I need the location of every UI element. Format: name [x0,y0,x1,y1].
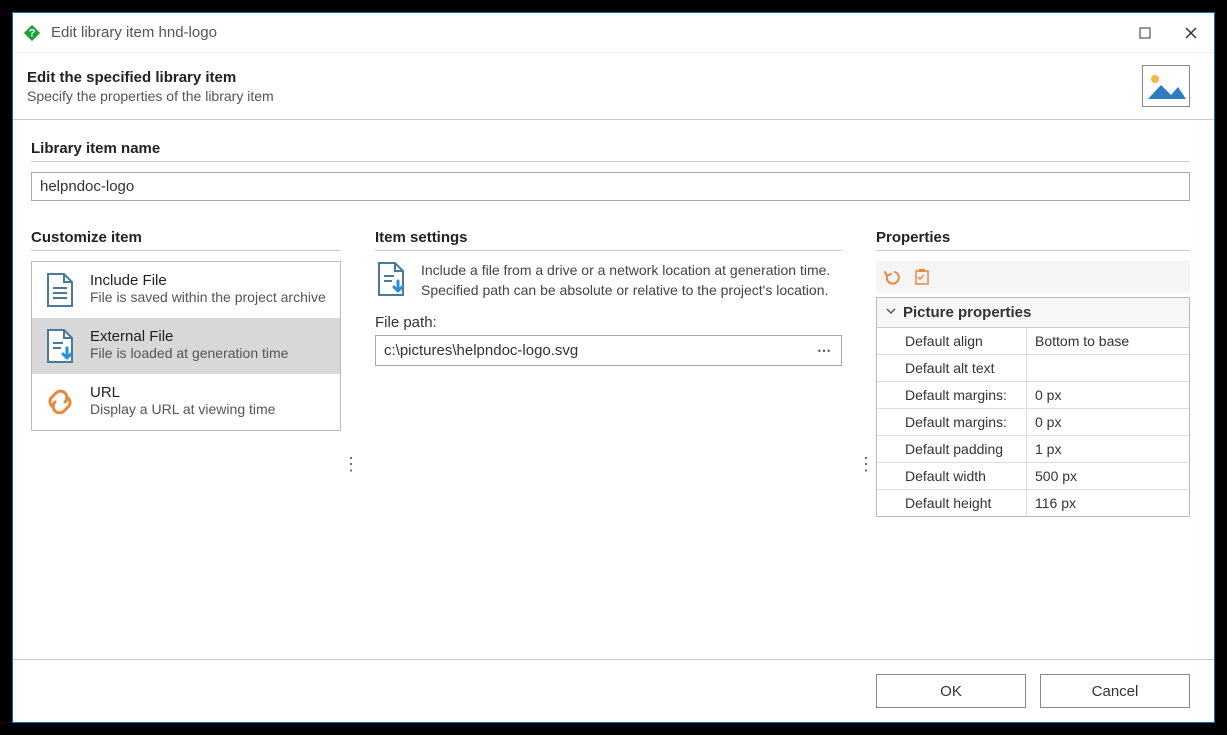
settings-label: Item settings [375,229,842,251]
file-arrow-icon [375,261,407,297]
maximize-button[interactable] [1122,13,1168,53]
header-title: Edit the specified library item [27,69,1142,86]
property-row[interactable]: Default alt text [877,355,1189,382]
property-key: Default alt text [877,355,1027,381]
property-value: 0 px [1027,382,1189,408]
customize-item-include-file[interactable]: Include File File is saved within the pr… [32,262,340,318]
customize-item-desc: Display a URL at viewing time [90,401,275,417]
property-key: Default height [877,490,1027,516]
settings-description: Include a file from a drive or a network… [421,261,842,300]
customize-item-external-file[interactable]: External File File is loaded at generati… [32,318,340,374]
chevron-down-icon [885,304,903,321]
property-row[interactable]: Default align Bottom to base [877,328,1189,355]
property-row[interactable]: Default padding 1 px [877,436,1189,463]
property-row[interactable]: Default margins: 0 px [877,409,1189,436]
properties-column: Properties [876,229,1190,649]
property-value [1027,355,1189,381]
svg-text:?: ? [29,27,36,39]
property-value: 1 px [1027,436,1189,462]
customize-list: Include File File is saved within the pr… [31,261,341,431]
property-value: 0 px [1027,409,1189,435]
window-title: Edit library item hnd-logo [51,24,1122,41]
checklist-button[interactable] [910,265,934,289]
property-row[interactable]: Default width 500 px [877,463,1189,490]
titlebar: ? Edit library item hnd-logo [13,13,1214,53]
filepath-input[interactable] [376,336,807,365]
header-subtitle: Specify the properties of the library it… [27,88,1142,104]
filepath-label: File path: [375,314,842,331]
property-key: Default margins: [877,382,1027,408]
settings-splitter-handle[interactable]: ⋮ [856,279,876,649]
customize-item-title: URL [90,384,275,401]
filepath-field: ⋯ [375,335,842,366]
customize-item-desc: File is loaded at generation time [90,345,288,361]
picture-icon [1142,65,1190,107]
properties-label: Properties [876,229,1190,251]
customize-splitter-handle[interactable]: ⋮ [341,279,361,649]
property-key: Default padding [877,436,1027,462]
property-value: Bottom to base [1027,328,1189,354]
maximize-icon [1139,27,1151,39]
dialog-body: Library item name Customize item [13,120,1214,659]
property-key: Default width [877,463,1027,489]
name-section-label: Library item name [31,140,1190,162]
ok-button[interactable]: OK [876,674,1026,708]
property-row[interactable]: Default margins: 0 px [877,382,1189,409]
customize-item-title: Include File [90,272,326,289]
undo-icon [883,268,901,286]
properties-group-header[interactable]: Picture properties [877,298,1189,328]
item-name-input[interactable] [31,172,1190,201]
settings-column: Item settings Include a file from a driv… [361,229,856,649]
property-key: Default align [877,328,1027,354]
property-value: 116 px [1027,490,1189,516]
file-icon [44,272,76,308]
property-key: Default margins: [877,409,1027,435]
link-icon [44,384,76,420]
customize-column: Customize item Include File File is s [31,229,341,649]
property-value: 500 px [1027,463,1189,489]
close-icon [1185,27,1197,39]
customize-item-url[interactable]: URL Display a URL at viewing time [32,374,340,430]
properties-grid: Picture properties Default align Bottom … [876,297,1190,517]
dialog-window: ? Edit library item hnd-logo Edit the sp… [12,12,1215,723]
file-arrow-icon [44,328,76,364]
properties-group-title: Picture properties [903,304,1031,321]
checklist-icon [913,268,931,286]
dialog-footer: OK Cancel [13,659,1214,722]
close-button[interactable] [1168,13,1214,53]
customize-item-desc: File is saved within the project archive [90,289,326,305]
property-row[interactable]: Default height 116 px [877,490,1189,516]
properties-toolbar [876,261,1190,293]
filepath-browse-button[interactable]: ⋯ [807,342,841,359]
customize-item-title: External File [90,328,288,345]
app-icon: ? [23,24,41,42]
dialog-header: Edit the specified library item Specify … [13,53,1214,120]
customize-label: Customize item [31,229,341,251]
cancel-button[interactable]: Cancel [1040,674,1190,708]
undo-button[interactable] [880,265,904,289]
